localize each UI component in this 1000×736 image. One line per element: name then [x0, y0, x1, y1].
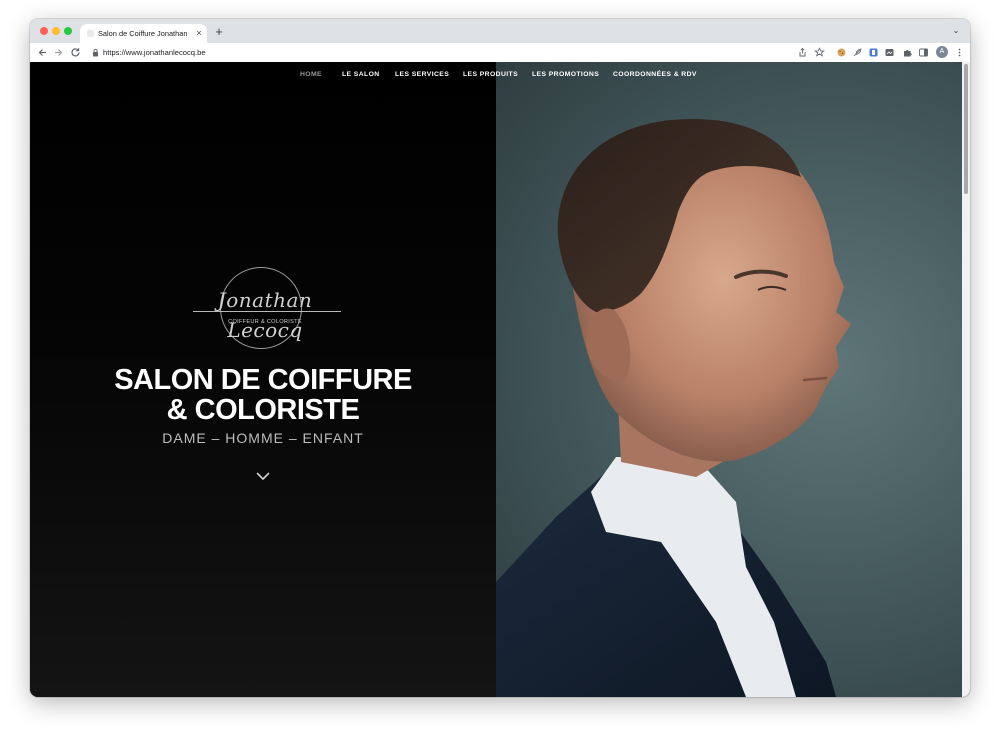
salon-logo[interactable]: Jonathan Lecocq COIFFEUR & COLORISTE — [185, 267, 345, 352]
nav-les-promotions[interactable]: LES PROMOTIONS — [532, 69, 599, 81]
window-minimize-button[interactable] — [52, 27, 60, 35]
nav-les-produits[interactable]: LES PRODUITS — [463, 69, 518, 81]
window-maximize-button[interactable] — [64, 27, 72, 35]
favicon-icon — [87, 30, 94, 37]
back-icon[interactable] — [36, 46, 49, 59]
scrollbar-thumb[interactable] — [964, 64, 968, 194]
profile-avatar[interactable]: A — [936, 46, 948, 58]
browser-menu-icon[interactable] — [954, 47, 965, 58]
lock-icon[interactable] — [92, 48, 99, 57]
new-tab-button[interactable]: + — [212, 25, 226, 39]
tab-title: Salon de Coiffure Jonathan Le — [98, 29, 190, 38]
tab-close-icon[interactable]: × — [193, 27, 205, 40]
bookmark-star-icon[interactable] — [814, 47, 825, 58]
tab-search-icon[interactable]: ⌄ — [950, 25, 962, 37]
hero-headline: SALON DE COIFFURE & COLORISTE — [70, 365, 456, 425]
logo-tagline: COIFFEUR & COLORISTE — [228, 319, 302, 325]
browser-tab[interactable]: Salon de Coiffure Jonathan Le × — [80, 24, 207, 43]
nav-les-services[interactable]: LES SERVICES — [395, 69, 449, 81]
nav-le-salon[interactable]: LE SALON — [342, 69, 380, 81]
screenshot-extension-icon[interactable] — [884, 47, 895, 58]
chevron-down-icon[interactable] — [255, 468, 271, 484]
share-icon[interactable] — [797, 47, 808, 58]
tab-bar: Salon de Coiffure Jonathan Le × + ⌄ — [30, 19, 970, 43]
logo-underline — [193, 311, 341, 312]
extensions-puzzle-icon[interactable] — [902, 47, 913, 58]
feather-extension-icon[interactable] — [852, 47, 863, 58]
hero-subline: DAME – HOMME – ENFANT — [162, 430, 364, 446]
page-viewport: HOME LE SALON LES SERVICES LES PRODUITS … — [30, 62, 970, 697]
headline-line-1: SALON DE COIFFURE — [114, 364, 412, 396]
forward-icon[interactable] — [52, 46, 65, 59]
browser-toolbar: https://www.jonathanlecocq.be A — [30, 43, 970, 63]
reload-icon[interactable] — [69, 46, 82, 59]
address-bar[interactable]: https://www.jonathanlecocq.be — [103, 46, 403, 59]
window-close-button[interactable] — [40, 27, 48, 35]
nav-home[interactable]: HOME — [300, 69, 322, 81]
page-scrollbar[interactable] — [962, 62, 970, 697]
nav-coordonnees-rdv[interactable]: COORDONNÉES & RDV — [613, 69, 697, 81]
man-profile-portrait-image — [496, 118, 851, 697]
cookie-extension-icon[interactable] — [836, 47, 847, 58]
translate-extension-icon[interactable] — [868, 47, 879, 58]
hero-portrait-panel — [496, 62, 962, 697]
headline-line-2: & COLORISTE — [166, 394, 360, 426]
side-panel-icon[interactable] — [918, 47, 929, 58]
browser-window: Salon de Coiffure Jonathan Le × + ⌄ http… — [30, 19, 970, 697]
